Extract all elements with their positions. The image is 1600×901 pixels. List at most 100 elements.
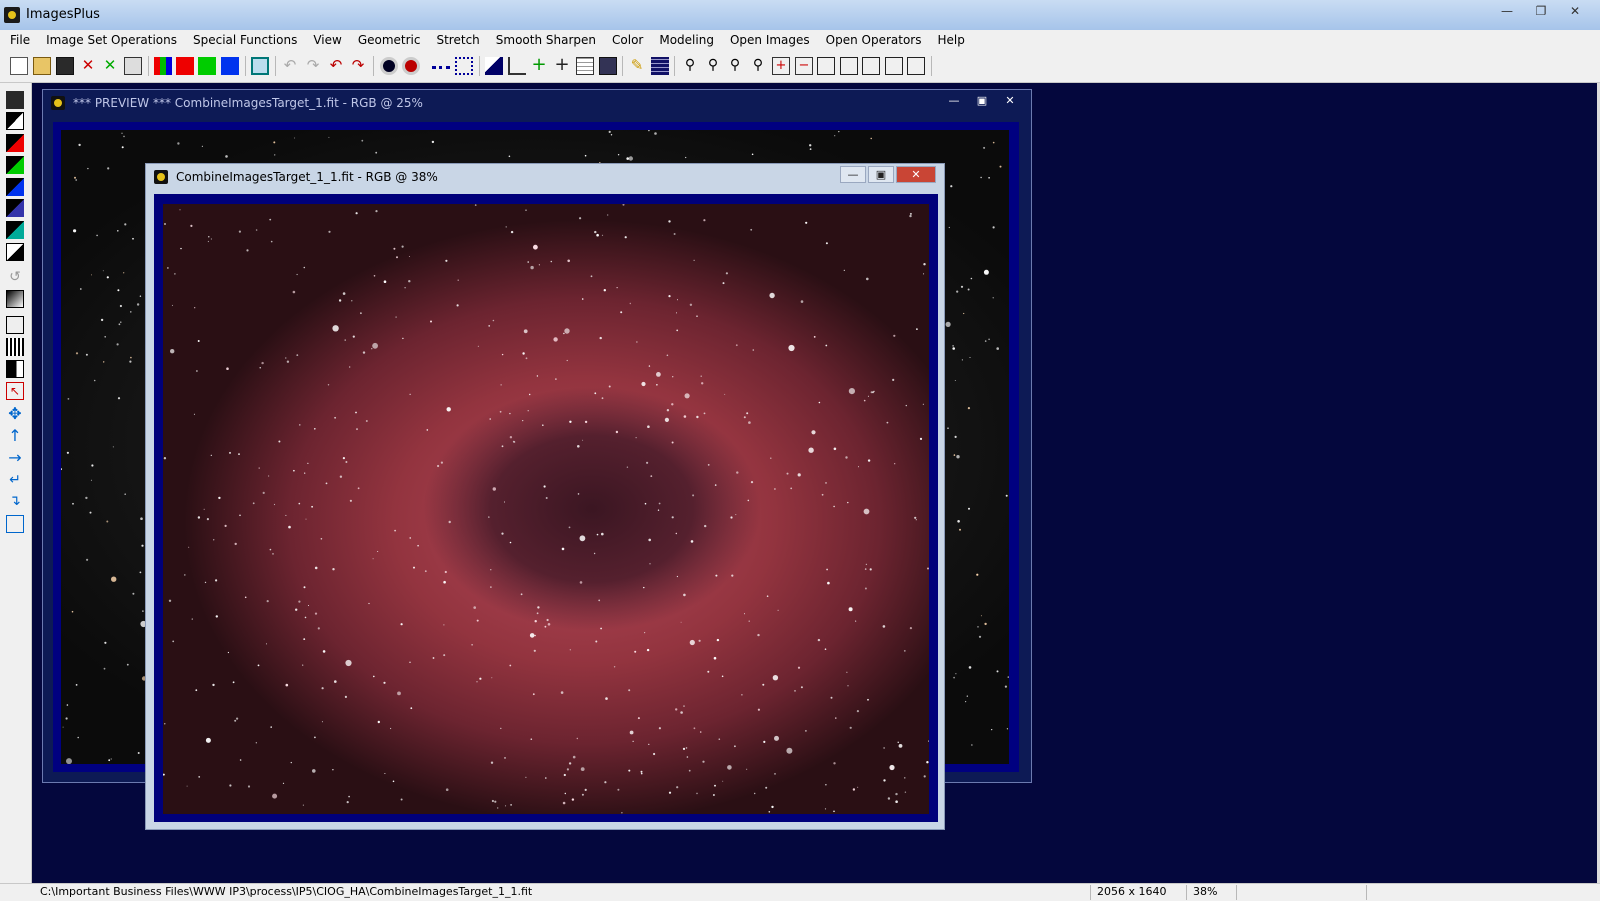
- star: [864, 568, 867, 570]
- star: [530, 738, 533, 740]
- star: [626, 466, 629, 468]
- star: [883, 747, 885, 749]
- zoom-in-icon[interactable]: ⚲: [681, 57, 699, 75]
- redo-icon[interactable]: ↷: [349, 57, 367, 75]
- save-icon[interactable]: [6, 91, 24, 109]
- frame-3-icon[interactable]: [862, 57, 880, 75]
- frame-1-icon[interactable]: [817, 57, 835, 75]
- star: [188, 546, 190, 548]
- green-channel-icon[interactable]: [6, 156, 24, 174]
- move-icon[interactable]: ✥: [6, 406, 24, 424]
- pointer-icon[interactable]: ↖: [6, 382, 24, 400]
- menu-image-set-operations[interactable]: Image Set Operations: [38, 30, 185, 50]
- close-image-icon[interactable]: ✕: [79, 57, 97, 75]
- star: [118, 323, 121, 326]
- menu-color[interactable]: Color: [604, 30, 651, 50]
- active-image-window[interactable]: CombineImagesTarget_1_1.fit - RGB @ 38% …: [145, 163, 945, 830]
- color-balance-icon[interactable]: [6, 221, 24, 239]
- close-all-icon[interactable]: ✕: [101, 57, 119, 75]
- star: [124, 223, 127, 226]
- contrast-icon[interactable]: [6, 112, 24, 130]
- star: [825, 344, 828, 347]
- minimize-icon[interactable]: —: [941, 92, 967, 109]
- undo-icon[interactable]: ↶: [327, 57, 345, 75]
- open-icon[interactable]: [33, 57, 51, 75]
- new-icon[interactable]: [10, 57, 28, 75]
- image-info-icon[interactable]: [599, 57, 617, 75]
- pencil-icon[interactable]: ✎: [628, 57, 646, 75]
- rotate-right-icon[interactable]: ↴: [6, 493, 24, 511]
- star: [833, 810, 835, 813]
- star: [988, 177, 990, 179]
- grid-icon[interactable]: [251, 57, 269, 75]
- menu-stretch[interactable]: Stretch: [428, 30, 487, 50]
- zoom-out-icon[interactable]: ⚲: [704, 57, 722, 75]
- star: [371, 348, 373, 350]
- star: [646, 461, 649, 464]
- menu-special-functions[interactable]: Special Functions: [185, 30, 305, 50]
- menu-modeling[interactable]: Modeling: [651, 30, 722, 50]
- star: [286, 360, 290, 363]
- dotted-line-icon[interactable]: [432, 66, 450, 69]
- zoom-actual-icon[interactable]: ⚲: [749, 57, 767, 75]
- menu-view[interactable]: View: [305, 30, 349, 50]
- zoom-fit-icon[interactable]: ⚲: [726, 57, 744, 75]
- frame-2-icon[interactable]: [840, 57, 858, 75]
- star: [848, 388, 856, 395]
- rosette-nebula-image[interactable]: [163, 204, 929, 814]
- minimize-icon[interactable]: —: [840, 166, 866, 183]
- select-icon[interactable]: [6, 316, 24, 334]
- menu-open-operators[interactable]: Open Operators: [818, 30, 930, 50]
- star: [443, 580, 446, 584]
- frame-5-icon[interactable]: [907, 57, 925, 75]
- maximize-icon[interactable]: ▣: [969, 92, 995, 109]
- preview-window-title-bar[interactable]: *** PREVIEW *** CombineImagesTarget_1.fi…: [43, 90, 1031, 116]
- menu-open-images[interactable]: Open Images: [722, 30, 818, 50]
- rotate-left-icon[interactable]: ↵: [6, 472, 24, 490]
- active-window-title-bar[interactable]: CombineImagesTarget_1_1.fit - RGB @ 38%: [146, 164, 944, 190]
- blue-channel-icon[interactable]: [6, 178, 24, 196]
- menu-smooth-sharpen[interactable]: Smooth Sharpen: [488, 30, 604, 50]
- minimize-icon[interactable]: —: [1492, 2, 1522, 20]
- copy-icon[interactable]: [6, 515, 24, 533]
- maximize-icon[interactable]: ▣: [868, 166, 894, 183]
- arrow-up-icon[interactable]: ↑: [6, 428, 24, 446]
- crosshair-icon[interactable]: +: [530, 56, 548, 75]
- histogram-icon[interactable]: [485, 57, 503, 75]
- blue-channel-icon[interactable]: [221, 57, 239, 75]
- print-icon[interactable]: [124, 57, 142, 75]
- star: [632, 740, 634, 743]
- rgb-channels-icon[interactable]: [154, 57, 172, 75]
- stack-icon[interactable]: [651, 57, 669, 75]
- add-box-icon[interactable]: +: [772, 57, 790, 75]
- close-icon[interactable]: ✕: [1560, 2, 1590, 20]
- red-channel-icon[interactable]: [176, 57, 194, 75]
- green-channel-icon[interactable]: [198, 57, 216, 75]
- levels-icon[interactable]: [6, 338, 24, 356]
- invert-icon[interactable]: [6, 243, 24, 261]
- black-point-icon[interactable]: [6, 360, 24, 378]
- star: [117, 289, 120, 292]
- target-icon[interactable]: +: [553, 56, 571, 75]
- gradient-icon[interactable]: [6, 290, 24, 308]
- arrow-right-icon[interactable]: →: [6, 450, 24, 468]
- circle-fill-icon[interactable]: [402, 57, 420, 75]
- save-icon[interactable]: [56, 57, 74, 75]
- circle-select-icon[interactable]: [380, 57, 398, 75]
- calculator-icon[interactable]: [576, 57, 594, 75]
- star: [750, 481, 754, 484]
- star: [616, 287, 618, 289]
- luminance-icon[interactable]: [6, 199, 24, 217]
- menu-file[interactable]: File: [2, 30, 38, 50]
- menu-help[interactable]: Help: [930, 30, 973, 50]
- maximize-icon[interactable]: ❐: [1526, 2, 1556, 20]
- close-icon[interactable]: ✕: [997, 92, 1023, 109]
- brush-icon[interactable]: ↺: [6, 269, 24, 287]
- frame-4-icon[interactable]: [885, 57, 903, 75]
- dot-pattern-icon[interactable]: [455, 57, 473, 75]
- curves-icon[interactable]: [508, 57, 526, 75]
- red-channel-icon[interactable]: [6, 134, 24, 152]
- remove-box-icon[interactable]: −: [795, 57, 813, 75]
- close-icon[interactable]: ✕: [896, 166, 936, 183]
- menu-geometric[interactable]: Geometric: [350, 30, 429, 50]
